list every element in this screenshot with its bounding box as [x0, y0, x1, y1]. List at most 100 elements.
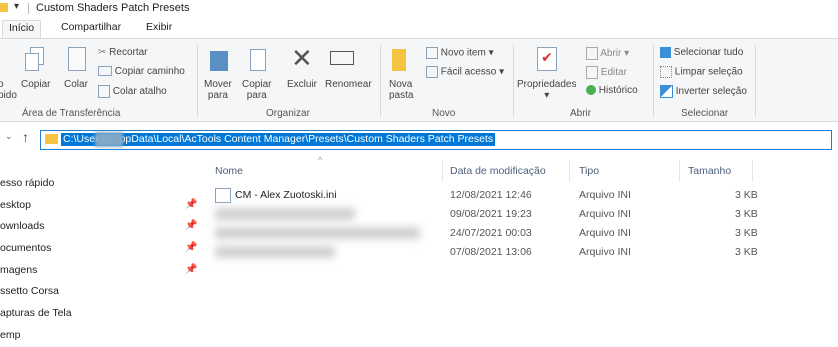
- column-name[interactable]: Nome: [215, 165, 243, 177]
- new-group-label: Novo: [432, 108, 456, 119]
- nav-documents[interactable]: ocumentos: [0, 242, 51, 260]
- group-divider: [197, 45, 198, 117]
- nav-downloads[interactable]: ownloads: [0, 220, 44, 238]
- copy-to-label-2: para: [246, 90, 267, 101]
- select-all-button[interactable]: Selecionar tudo: [660, 47, 743, 58]
- file-row[interactable]: 24/07/2021 00:03 Arquivo INI 3 KB: [215, 225, 775, 243]
- nav-screenshots[interactable]: apturas de Tela: [0, 307, 72, 325]
- ribbon-tabs: Início Compartilhar Exibir: [0, 18, 838, 40]
- pin-icon: 📌: [185, 220, 198, 231]
- address-input[interactable]: C:\Users\ \AppData\Local\AcTools Content…: [40, 130, 832, 150]
- delete-button[interactable]: Excluir: [287, 79, 317, 90]
- edit-icon: [586, 66, 598, 79]
- file-row[interactable]: 07/08/2021 13:06 Arquivo INI 3 KB: [215, 244, 775, 262]
- file-type: Arquivo INI: [579, 227, 631, 239]
- chevron-down-icon: ▾: [488, 47, 494, 59]
- file-date: 12/08/2021 12:46: [450, 189, 532, 201]
- column-divider[interactable]: [752, 160, 753, 182]
- nav-assetto-corsa[interactable]: ssetto Corsa: [0, 285, 59, 303]
- history-icon: [586, 85, 596, 96]
- invert-selection-icon: [660, 85, 673, 98]
- column-divider[interactable]: [569, 160, 570, 182]
- redacted-file-name: [215, 246, 335, 258]
- address-path: C:\Users\ \AppData\Local\AcTools Content…: [61, 133, 496, 146]
- select-all-label: Selecionar tudo: [673, 47, 744, 59]
- recent-locations-icon[interactable]: ⌄: [5, 131, 13, 142]
- copy-button[interactable]: Copiar: [21, 79, 50, 90]
- tab-exibir[interactable]: Exibir: [146, 21, 172, 33]
- tab-compartilhar[interactable]: Compartilhar: [61, 21, 121, 33]
- history-button[interactable]: Histórico: [586, 85, 638, 96]
- file-size: 3 KB: [735, 208, 758, 220]
- file-size: 3 KB: [735, 246, 758, 258]
- easy-access-label: Fácil acesso: [440, 66, 497, 78]
- chevron-down-icon: ▾: [624, 48, 630, 60]
- file-type: Arquivo INI: [579, 246, 631, 258]
- group-divider: [513, 45, 514, 117]
- ribbon: o pido Copiar Colar ✂ Recortar Copiar ca…: [0, 38, 838, 122]
- file-date: 24/07/2021 00:03: [450, 227, 532, 239]
- quick-access-button[interactable]: o pido: [0, 79, 17, 101]
- pin-icon: 📌: [185, 199, 198, 210]
- quick-access-label-1: o: [0, 79, 4, 90]
- open-icon: [586, 47, 598, 60]
- nav-desktop[interactable]: esktop: [0, 199, 31, 217]
- clipboard-group-label: Área de Transferência: [22, 108, 121, 119]
- properties-button[interactable]: Propriedades ▾: [517, 79, 576, 101]
- column-type[interactable]: Tipo: [579, 165, 599, 177]
- file-row[interactable]: CM - Alex Zuotoski.ini 12/08/2021 12:46 …: [215, 187, 775, 205]
- divider: [28, 3, 29, 14]
- file-size: 3 KB: [735, 189, 758, 201]
- file-date: 07/08/2021 13:06: [450, 246, 532, 258]
- nav-images[interactable]: magens: [0, 264, 37, 282]
- paste-icon: [68, 47, 86, 71]
- chevron-down-icon: ▾: [499, 66, 505, 78]
- column-date[interactable]: Data de modificação: [450, 165, 546, 177]
- new-folder-label-1: Nova: [389, 79, 413, 90]
- nav-temp[interactable]: emp: [0, 329, 20, 347]
- invert-selection-label: Inverter seleção: [675, 86, 747, 98]
- file-type: Arquivo INI: [579, 208, 631, 220]
- open-label: Abrir: [600, 48, 622, 60]
- file-row[interactable]: 09/08/2021 19:23 Arquivo INI 3 KB: [215, 206, 775, 224]
- column-size[interactable]: Tamanho: [688, 165, 731, 177]
- column-divider[interactable]: [442, 160, 443, 182]
- new-item-button[interactable]: Novo item ▾: [426, 47, 494, 59]
- copy-icon-back: [25, 53, 39, 71]
- scissors-icon: ✂: [98, 47, 107, 58]
- edit-button[interactable]: Editar: [586, 66, 627, 79]
- select-none-icon: [660, 66, 672, 78]
- invert-selection-button[interactable]: Inverter seleção: [660, 85, 747, 98]
- copy-path-button[interactable]: Copiar caminho: [98, 66, 185, 77]
- file-type: Arquivo INI: [579, 189, 631, 201]
- group-divider: [653, 45, 654, 117]
- copy-path-label: Copiar caminho: [114, 66, 185, 77]
- nav-quick-access[interactable]: esso rápido: [0, 177, 54, 195]
- rename-button[interactable]: Renomear: [325, 79, 372, 90]
- new-folder-button[interactable]: Nova pasta: [389, 79, 413, 101]
- up-arrow-icon[interactable]: ↑: [22, 129, 29, 145]
- copy-to-label-1: Copiar: [242, 79, 272, 90]
- properties-icon: ✔: [537, 47, 557, 71]
- paste-shortcut-icon: [98, 85, 110, 98]
- column-divider[interactable]: [679, 160, 680, 182]
- column-headers: ^ Nome Data de modificação Tipo Tamanho: [215, 155, 838, 184]
- open-button[interactable]: Abrir ▾: [586, 47, 629, 60]
- chevron-down-icon: ▾: [544, 90, 550, 101]
- quick-access-dropdown-icon[interactable]: ▾: [14, 1, 19, 12]
- cut-button[interactable]: ✂ Recortar: [98, 47, 148, 58]
- select-none-button[interactable]: Limpar seleção: [660, 66, 743, 78]
- group-divider: [380, 45, 381, 117]
- copy-to-button[interactable]: Copiar para: [242, 79, 271, 101]
- window-title: Custom Shaders Patch Presets: [36, 2, 190, 14]
- tab-inicio[interactable]: Início: [2, 20, 42, 40]
- ini-file-icon: [215, 188, 231, 203]
- properties-label: Propriedades: [517, 79, 577, 90]
- select-group-label: Selecionar: [681, 108, 729, 119]
- file-size: 3 KB: [735, 227, 758, 239]
- new-folder-icon: [392, 49, 406, 71]
- paste-button[interactable]: Colar: [64, 79, 88, 90]
- easy-access-button[interactable]: Fácil acesso ▾: [426, 66, 504, 78]
- paste-shortcut-button[interactable]: Colar atalho: [98, 85, 167, 98]
- move-to-button[interactable]: Mover para: [204, 79, 232, 101]
